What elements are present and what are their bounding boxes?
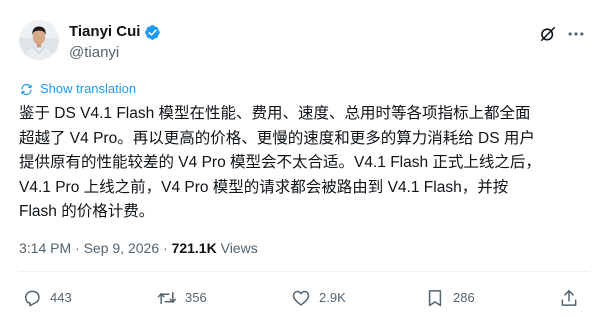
- tweet-text-line: 鉴于 DS V4.1 Flash 模型在性能、费用、速度、总用时等各项指标上都全…: [19, 105, 531, 122]
- tweet-time[interactable]: 3:14 PM: [19, 240, 71, 256]
- avatar[interactable]: [19, 20, 59, 60]
- action-bar: 443 356 2.9K 286: [0, 284, 604, 312]
- tweet-text-line: V4.1 Pro 上线之前，V4 Pro 模型的请求都会被路由到 V4.1 Fl…: [19, 178, 509, 196]
- bookmark-icon: [428, 290, 442, 307]
- share-button[interactable]: [559, 284, 579, 312]
- author-block: Tianyi Cui @tianyi: [69, 22, 161, 63]
- tweet-text-line: Flash 的价格计费。: [19, 203, 155, 221]
- reply-count: 443: [50, 290, 72, 305]
- like-count: 2.9K: [319, 290, 346, 305]
- repost-button[interactable]: 356: [157, 284, 207, 312]
- divider: [19, 271, 589, 272]
- bookmark-count: 286: [453, 290, 475, 305]
- reply-icon: [25, 290, 40, 307]
- repost-count: 356: [185, 290, 207, 305]
- translate-icon: [21, 83, 32, 95]
- verified-badge-icon[interactable]: [144, 24, 161, 41]
- views-count: 721.1K: [171, 240, 217, 256]
- heart-icon: [292, 290, 310, 306]
- meta-separator: ·: [71, 240, 84, 256]
- avatar-image: [19, 20, 59, 60]
- author-handle[interactable]: @tianyi: [69, 43, 161, 63]
- author-name-row: Tianyi Cui: [69, 22, 161, 42]
- reply-button[interactable]: 443: [22, 284, 72, 312]
- repost-icon: [157, 291, 177, 305]
- tweet-date[interactable]: Sep 9, 2026: [84, 240, 160, 256]
- grok-icon[interactable]: [538, 24, 558, 44]
- show-translation-button[interactable]: Show translation: [19, 80, 136, 98]
- views-label: Views: [216, 240, 258, 256]
- tweet-meta: 3:14 PM · Sep 9, 2026 · 721.1K Views: [19, 238, 258, 258]
- tweet-text: 鉴于 DS V4.1 Flash 模型在性能、费用、速度、总用时等各项指标上都全…: [19, 102, 589, 225]
- like-button[interactable]: 2.9K: [291, 284, 346, 312]
- meta-separator: ·: [159, 240, 172, 256]
- share-icon: [561, 290, 577, 306]
- tweet-card: Tianyi Cui @tianyi Show translation 鉴于 D…: [0, 0, 604, 319]
- more-icon[interactable]: [566, 24, 586, 44]
- author-display-name[interactable]: Tianyi Cui: [69, 22, 140, 42]
- tweet-text-line: 提供原有的性能较差的 V4 Pro 模型会不太合适。V4.1 Flash 正式上…: [19, 154, 541, 172]
- tweet-text-line: 超越了 V4 Pro。再以更高的价格、更慢的速度和更多的算力消耗给 DS 用户: [19, 129, 535, 147]
- bookmark-button[interactable]: 286: [425, 284, 475, 312]
- show-translation-label: Show translation: [40, 81, 137, 96]
